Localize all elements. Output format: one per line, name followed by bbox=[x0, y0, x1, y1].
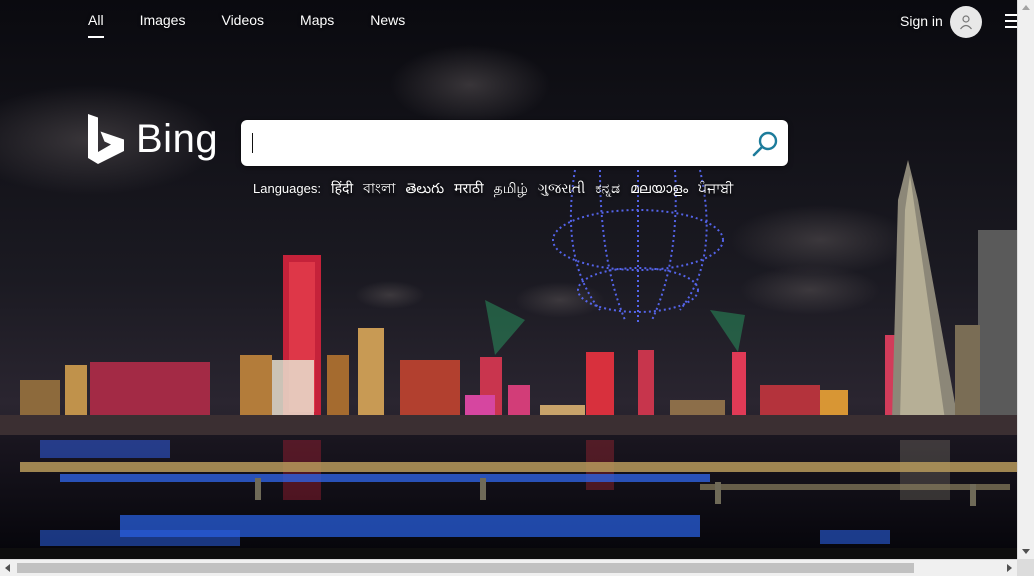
horizontal-scroll-thumb[interactable] bbox=[17, 563, 914, 573]
language-link-bangla[interactable]: বাংলা bbox=[363, 177, 395, 201]
tab-images[interactable]: Images bbox=[140, 12, 186, 38]
tab-videos[interactable]: Videos bbox=[221, 12, 264, 38]
page-viewport: All Images Videos Maps News Sign in Bing… bbox=[0, 0, 1017, 559]
background-image bbox=[0, 0, 1017, 559]
scrollbar-corner bbox=[1017, 559, 1034, 576]
vertical-scrollbar[interactable] bbox=[1017, 0, 1034, 559]
tab-all[interactable]: All bbox=[88, 12, 104, 38]
tab-maps[interactable]: Maps bbox=[300, 12, 334, 38]
bing-logo[interactable]: Bing bbox=[88, 114, 218, 164]
language-link-hindi[interactable]: हिंदी bbox=[331, 179, 353, 198]
search-input[interactable] bbox=[251, 128, 735, 160]
language-link-tamil[interactable]: தமிழ் bbox=[494, 180, 528, 199]
bing-logo-icon bbox=[88, 114, 124, 164]
languages-label: Languages: bbox=[253, 181, 321, 196]
scroll-up-arrow-icon[interactable] bbox=[1022, 5, 1030, 10]
scroll-down-arrow-icon[interactable] bbox=[1022, 549, 1030, 554]
scroll-left-arrow-icon[interactable] bbox=[5, 564, 10, 572]
language-link-gujarati[interactable]: ગુજરાતી bbox=[538, 180, 585, 197]
hamburger-menu-icon[interactable] bbox=[1005, 14, 1017, 30]
top-nav: All Images Videos Maps News bbox=[88, 12, 441, 38]
text-caret bbox=[252, 133, 253, 153]
search-box[interactable] bbox=[241, 120, 788, 166]
scroll-right-arrow-icon[interactable] bbox=[1007, 564, 1012, 572]
bing-logo-text: Bing bbox=[136, 116, 219, 161]
search-icon[interactable] bbox=[751, 130, 779, 158]
languages-bar: Languages: हिंदी বাংলা తెలుగు मराठी தமிழ… bbox=[253, 177, 743, 201]
language-link-telugu[interactable]: తెలుగు bbox=[405, 180, 444, 200]
language-link-kannada[interactable]: ಕನ್ನಡ bbox=[595, 180, 620, 197]
user-avatar-icon[interactable] bbox=[950, 6, 982, 38]
tab-news[interactable]: News bbox=[370, 12, 405, 38]
language-link-punjabi[interactable]: ਪੰਜਾਬੀ bbox=[698, 180, 733, 197]
language-link-malayalam[interactable]: മലയാളം bbox=[630, 180, 688, 197]
language-link-marathi[interactable]: मराठी bbox=[454, 179, 483, 198]
horizontal-scrollbar[interactable] bbox=[0, 559, 1017, 576]
sign-in-link[interactable]: Sign in bbox=[900, 13, 943, 29]
